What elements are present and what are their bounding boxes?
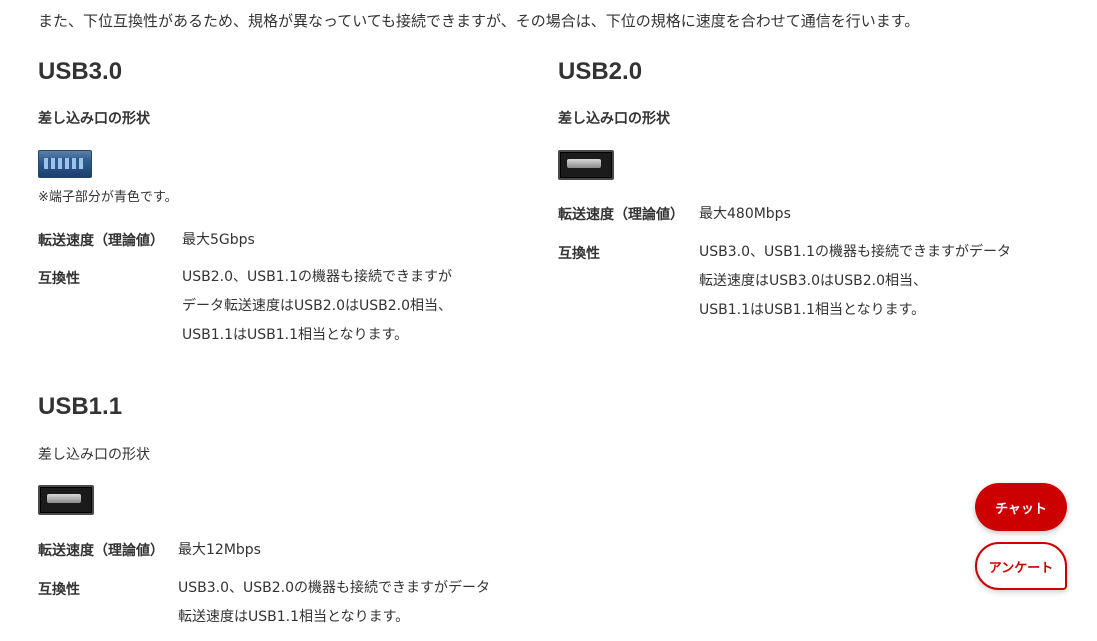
usb30-section: USB3.0 差し込み口の形状 ※端子部分が青色です。 転送速度（理論値） 最大… — [38, 58, 518, 358]
compat-line: データ転送速度はUSB2.0はUSB2.0相当、 — [182, 298, 453, 314]
survey-button[interactable]: アンケート — [975, 542, 1067, 590]
speed-row: 転送速度（理論値） 最大480Mbps — [558, 204, 1058, 226]
compat-row: 互換性 USB3.0、USB1.1の機器も接続できますがデータ 転送速度はUSB… — [558, 243, 1058, 333]
compat-line: 転送速度はUSB1.1相当となります。 — [178, 609, 410, 625]
chat-button[interactable]: チャット — [975, 483, 1067, 531]
compat-text: USB3.0、USB2.0の機器も接続できますがデータ 転送速度はUSB1.1相… — [178, 574, 490, 632]
port-note: ※端子部分が青色です。 — [38, 190, 178, 205]
section-title: USB1.1 — [38, 393, 123, 420]
compat-text: USB3.0、USB1.1の機器も接続できますがデータ 転送速度はUSB3.0は… — [699, 238, 1011, 325]
speed-row: 転送速度（理論値） 最大12Mbps — [38, 540, 538, 562]
compat-line: USB3.0、USB2.0の機器も接続できますがデータ — [178, 580, 491, 596]
usb-1-port-black-icon — [38, 485, 94, 515]
usb20-section: USB2.0 差し込み口の形状 転送速度（理論値） 最大480Mbps 互換性 … — [558, 58, 1058, 338]
port-shape-label: 差し込み口の形状 — [38, 111, 150, 127]
port-shape-label: 差し込み口の形状 — [38, 447, 150, 463]
section-title: USB3.0 — [38, 58, 123, 85]
speed-label: 転送速度（理論値） — [558, 207, 684, 223]
compat-line: 転送速度はUSB3.0はUSB2.0相当、 — [699, 273, 928, 289]
speed-label: 転送速度（理論値） — [38, 543, 164, 559]
intro-text: また、下位互換性があるため、規格が異なっていても接続できますが、その場合は、下位… — [38, 12, 920, 30]
compat-label: 互換性 — [38, 271, 80, 287]
speed-value: 最大480Mbps — [699, 206, 791, 222]
compat-label: 互換性 — [558, 246, 600, 262]
section-title: USB2.0 — [558, 58, 643, 85]
compat-line: USB1.1はUSB1.1相当となります。 — [699, 302, 926, 318]
usb-3-port-blue-icon — [38, 150, 92, 178]
compat-line: USB2.0、USB1.1の機器も接続できますが — [182, 269, 453, 285]
compat-row: 互換性 USB2.0、USB1.1の機器も接続できますが データ転送速度はUSB… — [38, 268, 518, 358]
speed-label: 転送速度（理論値） — [38, 233, 164, 249]
speed-value: 最大12Mbps — [178, 542, 261, 558]
usb-2-port-black-icon — [558, 150, 614, 180]
compat-line: USB3.0、USB1.1の機器も接続できますがデータ — [699, 244, 1012, 260]
compat-label: 互換性 — [38, 582, 80, 598]
compat-row: 互換性 USB3.0、USB2.0の機器も接続できますがデータ 転送速度はUSB… — [38, 579, 538, 639]
port-shape-label: 差し込み口の形状 — [558, 111, 670, 127]
speed-row: 転送速度（理論値） 最大5Gbps — [38, 230, 518, 252]
compat-line: USB1.1はUSB1.1相当となります。 — [182, 327, 409, 343]
speed-value: 最大5Gbps — [182, 232, 255, 248]
usb11-section: USB1.1 差し込み口の形状 転送速度（理論値） 最大12Mbps 互換性 U… — [38, 393, 538, 638]
compat-text: USB2.0、USB1.1の機器も接続できますが データ転送速度はUSB2.0は… — [182, 263, 452, 350]
